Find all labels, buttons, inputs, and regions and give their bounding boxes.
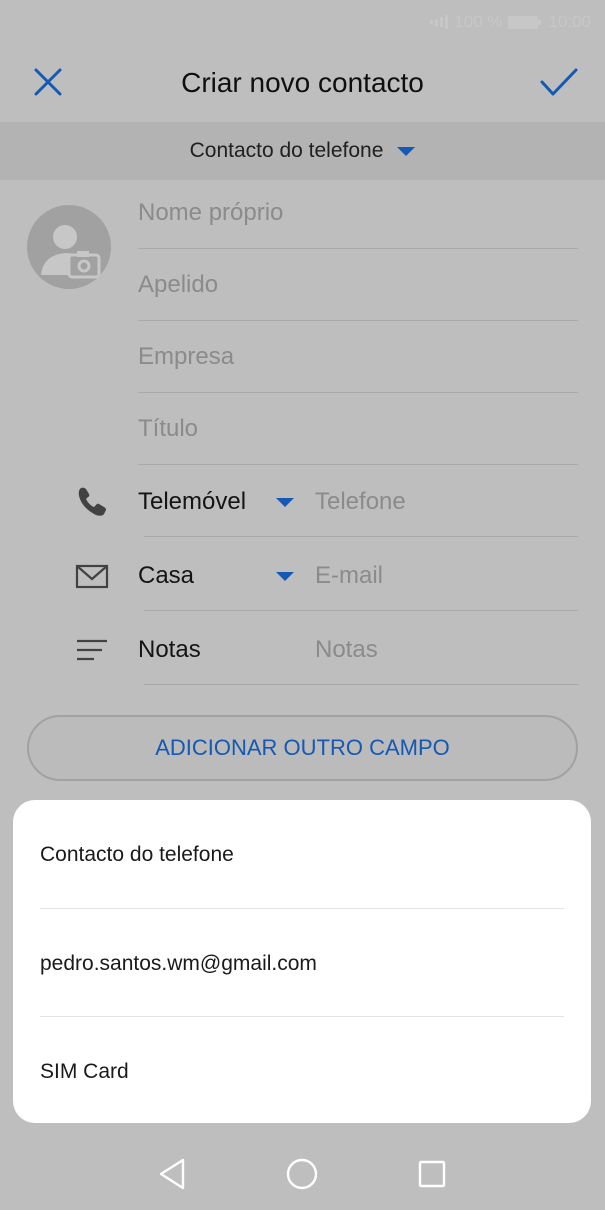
recents-square-icon[interactable] [412, 1154, 452, 1194]
system-nav-bar [0, 1138, 605, 1210]
account-picker-dialog: Contacto do telefone pedro.santos.wm@gma… [13, 800, 591, 1123]
account-option-sim[interactable]: SIM Card [40, 1018, 564, 1123]
back-triangle-icon[interactable] [153, 1154, 193, 1194]
account-option-phone[interactable]: Contacto do telefone [40, 801, 564, 909]
home-circle-icon[interactable] [282, 1154, 322, 1194]
account-option-google[interactable]: pedro.santos.wm@gmail.com [40, 910, 564, 1018]
divider [40, 908, 564, 909]
divider [40, 1016, 564, 1017]
